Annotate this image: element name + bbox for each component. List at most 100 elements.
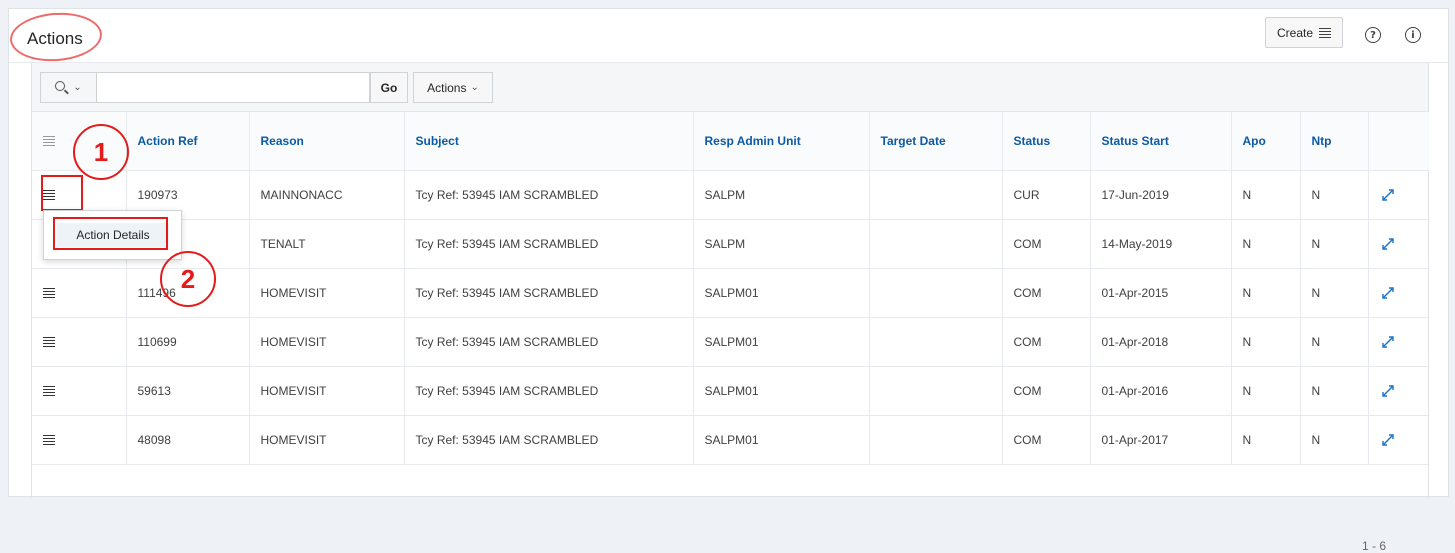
cell-target-date	[869, 317, 1003, 367]
cell-apo: N	[1231, 170, 1301, 220]
row-menu-cell[interactable]	[32, 268, 127, 318]
column-header-apo[interactable]: Apo	[1231, 112, 1301, 171]
cell-ntp: N	[1300, 366, 1369, 416]
row-menu-cell[interactable]	[32, 366, 127, 416]
cell-reason: HOMEVISIT	[249, 268, 405, 318]
create-button[interactable]: Create	[1265, 17, 1343, 48]
cell-reason: HOMEVISIT	[249, 317, 405, 367]
cell-status: COM	[1002, 415, 1091, 465]
row-menu-cell[interactable]	[32, 415, 127, 465]
actions-menu-label: Actions	[427, 80, 467, 95]
expand-cell[interactable]	[1368, 415, 1429, 465]
expand-icon[interactable]	[1380, 334, 1396, 350]
expand-cell[interactable]	[1368, 317, 1429, 367]
pagination-info: 1 - 6	[1361, 539, 1386, 553]
column-header-target-date[interactable]: Target Date	[869, 112, 1003, 171]
cell-subject: Tcy Ref: 53945 IAM SCRAMBLED	[404, 170, 694, 220]
expand-icon[interactable]	[1380, 236, 1396, 252]
cell-action-ref: 59613	[126, 366, 250, 416]
header-row: Action Ref Reason Subject Resp Admin Uni…	[32, 112, 1429, 171]
row-menu-icon[interactable]	[43, 335, 55, 349]
expand-icon[interactable]	[1380, 383, 1396, 399]
column-header-subject[interactable]: Subject	[404, 112, 694, 171]
cell-ntp: N	[1300, 415, 1369, 465]
column-header-reason[interactable]: Reason	[249, 112, 405, 171]
create-button-label: Create	[1276, 25, 1314, 40]
cell-resp-admin-unit: SALPM01	[693, 317, 870, 367]
cell-ntp: N	[1300, 268, 1369, 318]
expand-icon[interactable]	[1380, 432, 1396, 448]
cell-status-start: 01-Apr-2016	[1090, 366, 1232, 416]
expand-cell[interactable]	[1368, 219, 1429, 269]
cell-status-start: 01-Apr-2018	[1090, 317, 1232, 367]
search-icon	[55, 80, 70, 95]
row-menu-icon[interactable]	[43, 286, 55, 300]
column-header-action-ref[interactable]: Action Ref	[126, 112, 250, 171]
table-row: 48098 HOMEVISIT Tcy Ref: 53945 IAM SCRAMBL…	[32, 415, 1429, 465]
info-icon[interactable]: i	[1405, 27, 1421, 43]
chevron-down-icon: ⌄	[470, 82, 479, 93]
cell-target-date	[869, 219, 1003, 269]
cell-reason: TENALT	[249, 219, 405, 269]
row-menu-cell[interactable]	[32, 317, 127, 367]
report-toolbar: ⌄ Go Actions ⌄	[32, 63, 1428, 112]
table-row: TENALT Tcy Ref: 53945 IAM SCRAMBLED SALPM C…	[32, 219, 1429, 269]
menu-icon	[43, 134, 55, 148]
search-column-selector[interactable]: ⌄	[40, 72, 96, 103]
cell-status: COM	[1002, 268, 1091, 318]
cell-status-start: 17-Jun-2019	[1090, 170, 1232, 220]
cell-target-date	[869, 170, 1003, 220]
column-header-status[interactable]: Status	[1002, 112, 1091, 171]
step1-marker: 1	[73, 124, 129, 180]
cell-apo: N	[1231, 415, 1301, 465]
cell-status: COM	[1002, 219, 1091, 269]
cell-status: CUR	[1002, 170, 1091, 220]
cell-apo: N	[1231, 268, 1301, 318]
cell-status-start: 14-May-2019	[1090, 219, 1232, 269]
go-button[interactable]: Go	[370, 72, 408, 103]
column-header-expand	[1368, 112, 1429, 171]
step2-highlight-box	[53, 217, 168, 250]
cell-apo: N	[1231, 366, 1301, 416]
table-row: 111496 HOMEVISIT Tcy Ref: 53945 IAM SCRAMB…	[32, 268, 1429, 318]
cell-subject: Tcy Ref: 53945 IAM SCRAMBLED	[404, 366, 694, 416]
cell-target-date	[869, 268, 1003, 318]
column-header-resp-admin-unit[interactable]: Resp Admin Unit	[693, 112, 870, 171]
table-row: 59613 HOMEVISIT Tcy Ref: 53945 IAM SCRAMBL…	[32, 366, 1429, 416]
expand-icon[interactable]	[1380, 187, 1396, 203]
report-table: Action Ref Reason Subject Resp Admin Uni…	[32, 112, 1429, 465]
region-header: Actions Create ? i	[8, 9, 1448, 65]
actions-region: Actions Create ? i ⌄ Go Actions ⌄ Action…	[8, 8, 1449, 553]
expand-cell[interactable]	[1368, 170, 1429, 220]
row-menu-icon[interactable]	[43, 384, 55, 398]
cell-status: COM	[1002, 317, 1091, 367]
cell-subject: Tcy Ref: 53945 IAM SCRAMBLED	[404, 317, 694, 367]
column-header-ntp[interactable]: Ntp	[1300, 112, 1369, 171]
actions-menu-button[interactable]: Actions ⌄	[413, 72, 493, 103]
cell-action-ref: 110699	[126, 317, 250, 367]
step1-highlight-box	[41, 175, 83, 211]
cell-apo: N	[1231, 317, 1301, 367]
help-icon[interactable]: ?	[1365, 27, 1381, 43]
cell-resp-admin-unit: SALPM	[693, 219, 870, 269]
cell-reason: HOMEVISIT	[249, 366, 405, 416]
table-row: 190973 MAINNONACC Tcy Ref: 53945 IAM SCRAM…	[32, 170, 1429, 220]
search-input[interactable]	[96, 72, 370, 103]
expand-icon[interactable]	[1380, 285, 1396, 301]
cell-target-date	[869, 366, 1003, 416]
expand-cell[interactable]	[1368, 366, 1429, 416]
menu-icon	[1319, 26, 1332, 40]
cell-subject: Tcy Ref: 53945 IAM SCRAMBLED	[404, 415, 694, 465]
cell-resp-admin-unit: SALPM01	[693, 366, 870, 416]
cell-subject: Tcy Ref: 53945 IAM SCRAMBLED	[404, 268, 694, 318]
cell-apo: N	[1231, 219, 1301, 269]
cell-status-start: 01-Apr-2017	[1090, 415, 1232, 465]
cell-ntp: N	[1300, 219, 1369, 269]
cell-ntp: N	[1300, 170, 1369, 220]
column-header-status-start[interactable]: Status Start	[1090, 112, 1232, 171]
cell-resp-admin-unit: SALPM01	[693, 415, 870, 465]
cell-target-date	[869, 415, 1003, 465]
expand-cell[interactable]	[1368, 268, 1429, 318]
region-title: Actions	[27, 29, 83, 48]
row-menu-icon[interactable]	[43, 433, 55, 447]
